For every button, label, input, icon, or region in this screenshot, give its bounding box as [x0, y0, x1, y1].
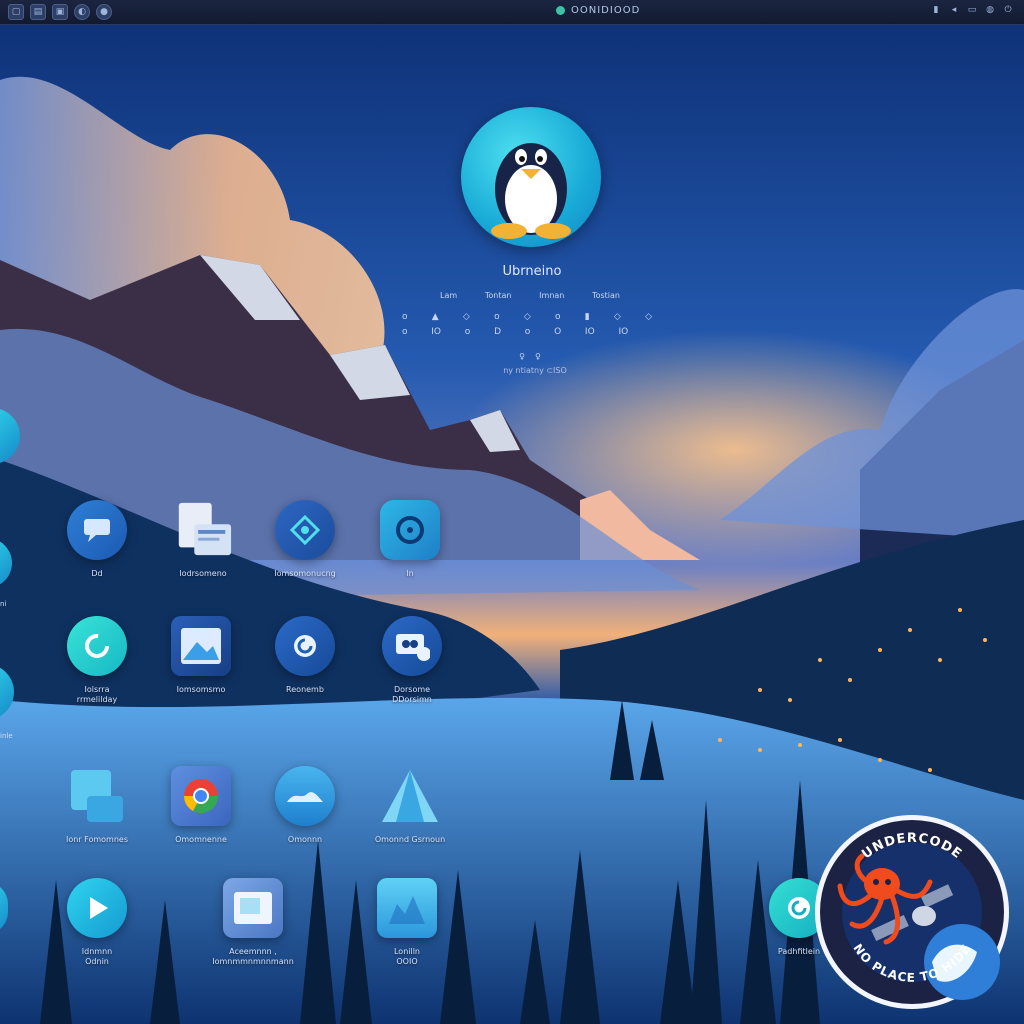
- panel-status-text: OONIDIOOD: [571, 5, 641, 16]
- app-label: Omonnn: [287, 835, 323, 844]
- app-launcher-item[interactable]: Iomsomsmo: [146, 616, 256, 695]
- profile-stats-row: o ▲ ◇ o ◇ o ▮ ◇ ◇: [402, 312, 652, 322]
- profile-meta-row: Lam Tontan Imnan Tostian: [440, 291, 620, 300]
- stat-item: O: [554, 327, 562, 337]
- window-app-icon: [223, 878, 283, 938]
- app-label: Reonemb: [286, 685, 324, 694]
- power-icon[interactable]: ⏻: [1002, 4, 1014, 16]
- stat-item: ◇: [613, 312, 621, 322]
- chat-icon: [67, 500, 127, 560]
- cloud-app-icon: [275, 766, 335, 826]
- app-launcher-item[interactable]: Iomsomonucng: [250, 500, 360, 579]
- app-launcher-item[interactable]: Dd: [42, 500, 152, 579]
- browser-icon[interactable]: ◐: [74, 4, 90, 20]
- chrome-browser-icon: [171, 766, 231, 826]
- app-launcher-item[interactable]: Omomnenne: [146, 766, 256, 845]
- play-icon: [67, 878, 127, 938]
- stat-item: ▮: [584, 312, 590, 322]
- app-label: Iodrsomeno: [179, 569, 227, 578]
- undercode-logo-badge: UNDERCODE NO PLACE TO HIDE: [815, 815, 1009, 1009]
- app-label: Dd: [91, 569, 103, 578]
- stat-item: ▲: [431, 312, 439, 322]
- top-panel: ▢ ▤ ▣ ◐ ● OONIDIOOD ▮ ◂ ▭ ◍ ⏻: [0, 0, 1024, 25]
- app-label: Omonnd Gsrnoun: [374, 835, 446, 844]
- app-launcher-item[interactable]: Omonnd Gsrnoun: [355, 766, 465, 845]
- sync-icon: [67, 616, 127, 676]
- profile-caption: ny ntiatny ⊂ISO: [503, 366, 567, 375]
- profile-small-icons: ♀ ♀: [500, 352, 560, 361]
- battery-icon[interactable]: ▭: [966, 4, 978, 16]
- system-tray: ▮ ◂ ▭ ◍ ⏻: [930, 4, 1014, 16]
- network-icon[interactable]: ▮: [930, 4, 942, 16]
- edge-app-label: ni: [0, 600, 7, 608]
- panel-launcher-group: ▢ ▤ ▣ ◐ ●: [8, 4, 112, 20]
- app-launcher-item[interactable]: Idnmnn Odnin: [42, 878, 152, 967]
- app-label: Idnmnn Odnin: [81, 947, 113, 966]
- app-label: Iomsomsmo: [176, 685, 226, 694]
- app-launcher-item[interactable]: Reonemb: [250, 616, 360, 695]
- volume-icon[interactable]: ◂: [948, 4, 960, 16]
- network-app-icon: [275, 500, 335, 560]
- remote-desktop-icon: [382, 616, 442, 676]
- stat-item: ◇: [645, 312, 652, 322]
- stat-item: IO: [431, 327, 442, 337]
- stat-item: D: [494, 327, 502, 337]
- app-launcher-item[interactable]: Aceemnnn , Iomnmmnmnnmann: [198, 878, 308, 967]
- app-label: Omomnenne: [175, 835, 227, 844]
- stat-item: ◇: [523, 312, 531, 322]
- app-label: Aceemnnn , Iomnmmnmnnmann: [212, 947, 294, 966]
- pin-icon: ♀: [535, 352, 541, 361]
- circle-app-icon: [380, 500, 440, 560]
- app-label: Iolsrra rrmelilday: [76, 685, 118, 704]
- refresh-icon: [275, 616, 335, 676]
- profile-meta-item: Tostian: [592, 291, 620, 300]
- profile-meta-item: Imnan: [539, 291, 565, 300]
- image-viewer-icon: [171, 616, 231, 676]
- edge-app-label: inle: [0, 732, 13, 740]
- stat-item: o: [402, 312, 408, 322]
- file-icon[interactable]: ▤: [30, 4, 46, 20]
- app-launcher-item[interactable]: Ionr Fomomnes: [42, 766, 152, 845]
- status-dot-icon: [556, 6, 565, 15]
- app-label: Ionr Fomomnes: [65, 835, 128, 844]
- windows-icon: [67, 766, 127, 826]
- settings-icon[interactable]: ●: [96, 4, 112, 20]
- chart-app-icon: [377, 878, 437, 938]
- app-launcher-item[interactable]: Iodrsomeno: [148, 500, 258, 579]
- app-label: Dorsome DDorsimn: [392, 685, 432, 704]
- stat-item: IO: [618, 327, 629, 337]
- folder-icon[interactable]: ▣: [52, 4, 68, 20]
- app-launcher-item[interactable]: Omonnn: [250, 766, 360, 845]
- tux-penguin-icon: [491, 143, 571, 239]
- stat-item: o: [524, 327, 531, 337]
- app-launcher-item[interactable]: In: [355, 500, 465, 579]
- pin-icon: ♀: [519, 352, 525, 361]
- app-label: Iomsomonucng: [274, 569, 336, 578]
- window-icon[interactable]: ▢: [8, 4, 24, 20]
- stat-item: o: [494, 312, 500, 322]
- app-launcher-item[interactable]: Iolsrra rrmelilday: [42, 616, 152, 705]
- mountain-app-icon: [380, 766, 440, 826]
- stat-item: ◇: [462, 312, 470, 322]
- stat-item: o: [554, 312, 561, 322]
- profile-meta-item: Tontan: [484, 291, 512, 300]
- stat-item: IO: [584, 327, 595, 337]
- user-icon[interactable]: ◍: [984, 4, 996, 16]
- app-launcher-item[interactable]: Lonilln OOIO: [352, 878, 462, 967]
- user-avatar[interactable]: [461, 107, 601, 247]
- app-label: In: [406, 569, 414, 578]
- stat-item: o: [464, 327, 471, 337]
- documents-icon: [173, 500, 233, 560]
- app-label: Lonilln OOIO: [393, 947, 421, 966]
- username-label: Ubrneino: [502, 264, 562, 279]
- panel-status[interactable]: OONIDIOOD: [556, 5, 640, 16]
- profile-meta-item: Lam: [440, 291, 458, 300]
- stat-item: o: [402, 327, 408, 337]
- app-launcher-item[interactable]: Dorsome DDorsimn: [357, 616, 467, 705]
- profile-stats-row: o IO o D o O IO IO: [402, 327, 652, 337]
